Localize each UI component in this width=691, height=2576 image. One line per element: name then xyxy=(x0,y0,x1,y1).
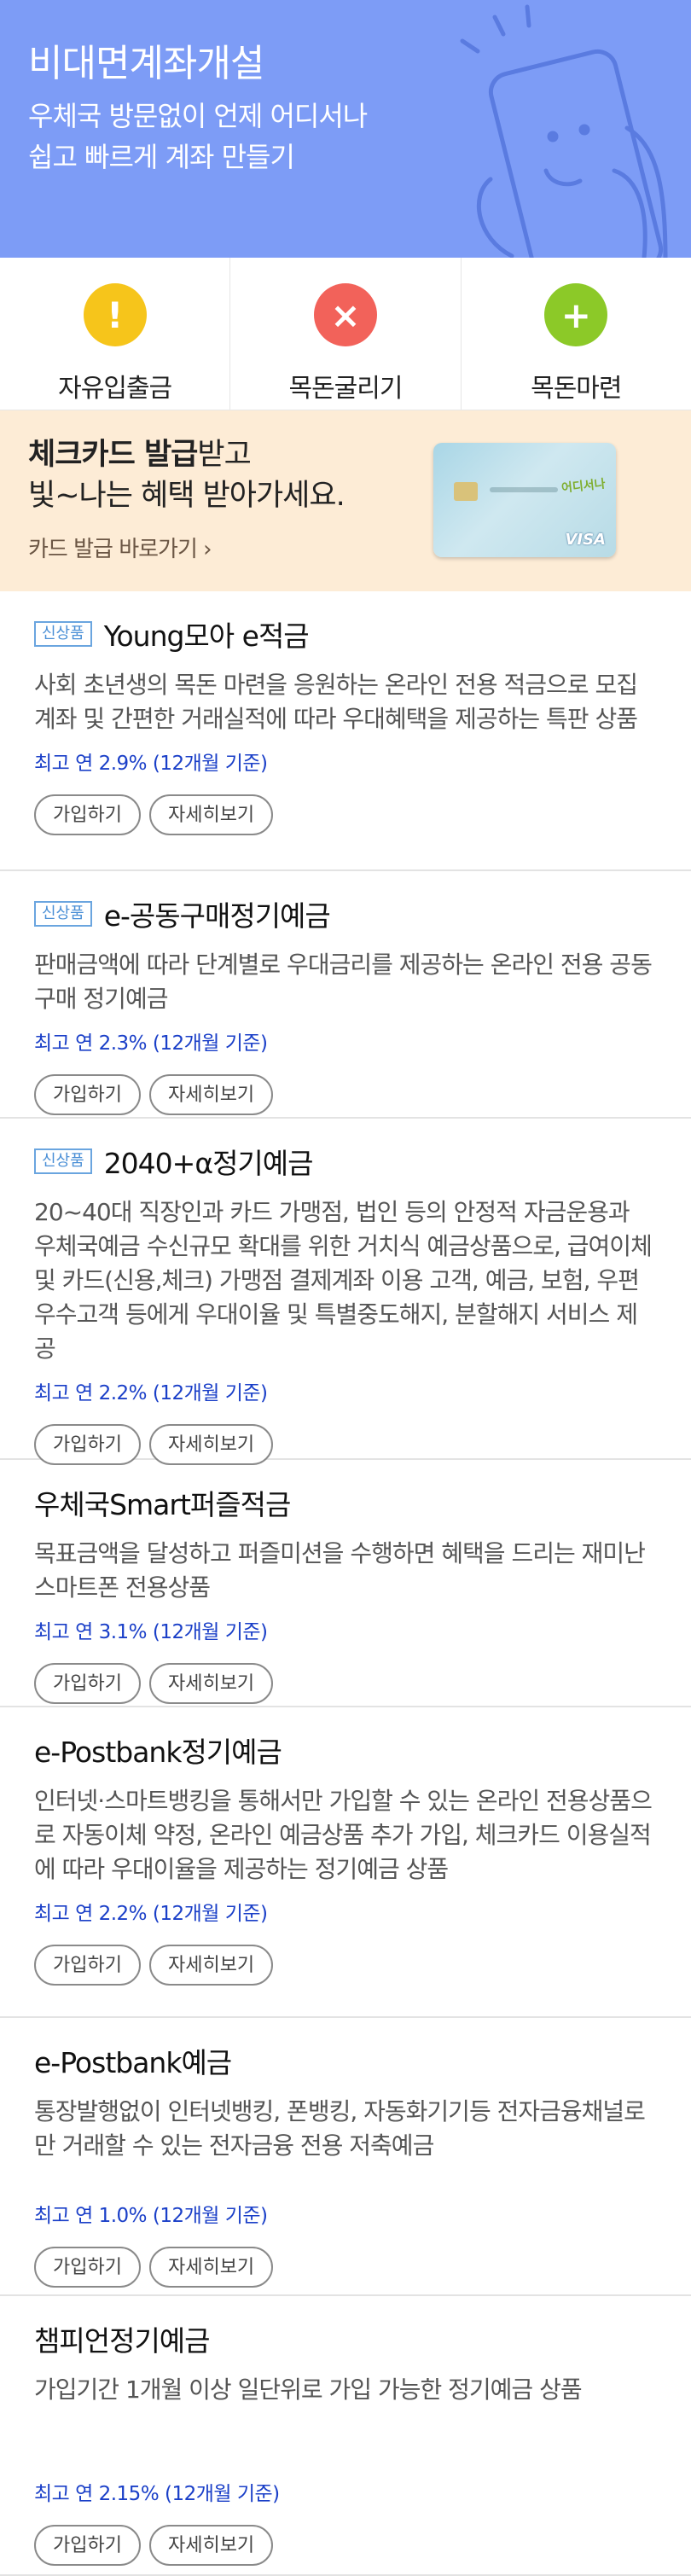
product-item: 신상품 2040+α정기예금 20~40대 직장인과 카드 가맹점, 법인 등의… xyxy=(0,1119,691,1465)
quick-menu: ! 자유입출금 × 목돈굴리기 + 목돈마련 xyxy=(0,258,691,410)
product-rate: 최고 연 1.0% (12개월 기준) xyxy=(34,2205,268,2227)
hero-subtitle: 우체국 방문없이 언제 어디서나 쉽고 빠르게 계좌 만들기 xyxy=(28,100,368,173)
product-title[interactable]: e-Postbank정기예금 xyxy=(34,1730,282,1771)
product-item: 챔피언정기예금 가입기간 1개월 이상 일단위로 가입 가능한 정기예금 상품 … xyxy=(0,2296,691,2576)
chevron-right-icon: › xyxy=(203,537,212,562)
product-rate: 최고 연 2.2% (12개월 기준) xyxy=(34,1382,268,1404)
product-title[interactable]: e-Postbank예금 xyxy=(34,2040,232,2081)
banner-title-rest: 받고 xyxy=(197,438,251,472)
product-item: 우체국Smart퍼즐적금 목표금액을 달성하고 퍼즐미션을 수행하면 혜택을 드… xyxy=(0,1460,691,1707)
product-item: e-Postbank예금 통장발행없이 인터넷뱅킹, 폰뱅킹, 자동화기기등 전… xyxy=(0,2018,691,2296)
quick-menu-free-deposit[interactable]: ! 자유입출금 xyxy=(0,258,231,410)
check-card-image: 어디서나 VISA xyxy=(433,443,616,557)
new-badge: 신상품 xyxy=(34,901,92,927)
join-button[interactable]: 가입하기 xyxy=(34,2247,141,2288)
hero-banner: 비대면계좌개설 우체국 방문없이 언제 어디서나 쉽고 빠르게 계좌 만들기 xyxy=(0,0,691,258)
product-list: 신상품 Young모아 e적금 사회 초년생의 목돈 마련을 응원하는 온라인 … xyxy=(0,591,691,2576)
visa-logo: VISA xyxy=(565,531,606,549)
hero-title: 비대면계좌개설 xyxy=(28,42,264,85)
quick-menu-label: 목돈굴리기 xyxy=(288,374,403,404)
exclamation-icon: ! xyxy=(83,283,147,346)
detail-button[interactable]: 자세히보기 xyxy=(148,1074,274,1115)
join-button[interactable]: 가입하기 xyxy=(34,1074,141,1115)
product-rate: 최고 연 3.1% (12개월 기준) xyxy=(34,1621,268,1643)
product-item: 신상품 e-공동구매정기예금 판매금액에 따라 단계별로 우대금리를 제공하는 … xyxy=(0,871,691,1119)
card-stripe xyxy=(490,487,558,492)
product-rate: 최고 연 2.2% (12개월 기준) xyxy=(34,1903,268,1925)
phone-hand-illustration xyxy=(460,4,668,258)
join-button[interactable]: 가입하기 xyxy=(34,794,141,835)
quick-menu-invest[interactable]: × 목돈굴리기 xyxy=(230,258,462,410)
join-button[interactable]: 가입하기 xyxy=(34,1424,141,1465)
product-rate: 최고 연 2.9% (12개월 기준) xyxy=(34,753,268,775)
new-badge: 신상품 xyxy=(34,1148,92,1174)
quick-menu-label: 자유입출금 xyxy=(58,374,172,404)
detail-button[interactable]: 자세히보기 xyxy=(148,1945,274,1986)
join-button[interactable]: 가입하기 xyxy=(34,1945,141,1986)
detail-button[interactable]: 자세히보기 xyxy=(148,2525,274,2566)
product-desc: 목표금액을 달성하고 퍼즐미션을 수행하면 혜택을 드리는 재미난 스마트폰 전… xyxy=(34,1539,646,1602)
product-title[interactable]: 챔피언정기예금 xyxy=(34,2318,211,2359)
product-rate: 최고 연 2.15% (12개월 기준) xyxy=(34,2483,280,2505)
product-desc: 판매금액에 따라 단계별로 우대금리를 제공하는 온라인 전용 공동구매 정기예… xyxy=(34,951,653,1013)
product-desc: 가입기간 1개월 이상 일단위로 가입 가능한 정기예금 상품 xyxy=(34,2375,583,2404)
banner-title-bold: 체크카드 발급 xyxy=(28,438,198,472)
quick-menu-label: 목돈마련 xyxy=(531,374,622,404)
product-item: 신상품 Young모아 e적금 사회 초년생의 목돈 마련을 응원하는 온라인 … xyxy=(0,591,691,871)
join-button[interactable]: 가입하기 xyxy=(34,2525,141,2566)
product-desc: 인터넷·스마트뱅킹을 통해서만 가입할 수 있는 온라인 전용상품으로 자동이체… xyxy=(34,1787,653,1883)
card-logo: 어디서나 xyxy=(560,477,607,496)
product-item: e-Postbank정기예금 인터넷·스마트뱅킹을 통해서만 가입할 수 있는 … xyxy=(0,1707,691,2018)
product-title[interactable]: 2040+α정기예금 xyxy=(104,1141,314,1182)
join-button[interactable]: 가입하기 xyxy=(34,1663,141,1704)
product-desc: 사회 초년생의 목돈 마련을 응원하는 온라인 전용 적금으로 모집계좌 및 간… xyxy=(34,671,638,733)
quick-menu-savings[interactable]: + 목돈마련 xyxy=(462,258,691,410)
product-title[interactable]: 우체국Smart퍼즐적금 xyxy=(34,1482,291,1523)
detail-button[interactable]: 자세히보기 xyxy=(148,1663,274,1704)
card-chip xyxy=(454,482,478,501)
card-issue-link-label: 카드 발급 바로가기 xyxy=(28,537,198,562)
check-card-banner[interactable]: 체크카드 발급받고 빛~나는 혜택 받아가세요. 카드 발급 바로가기 › 어디… xyxy=(0,410,691,591)
detail-button[interactable]: 자세히보기 xyxy=(148,2247,274,2288)
product-title[interactable]: Young모아 e적금 xyxy=(104,613,310,654)
new-badge: 신상품 xyxy=(34,621,92,647)
card-issue-link[interactable]: 카드 발급 바로가기 › xyxy=(28,532,212,563)
detail-button[interactable]: 자세히보기 xyxy=(148,1424,274,1465)
close-x-icon: × xyxy=(313,283,377,346)
product-rate: 최고 연 2.3% (12개월 기준) xyxy=(34,1032,268,1055)
product-desc: 통장발행없이 인터넷뱅킹, 폰뱅킹, 자동화기기등 전자금융채널로만 거래할 수… xyxy=(34,2097,646,2160)
detail-button[interactable]: 자세히보기 xyxy=(148,794,274,835)
product-title[interactable]: e-공동구매정기예금 xyxy=(104,893,331,934)
plus-icon: + xyxy=(544,283,608,346)
product-desc: 20~40대 직장인과 카드 가맹점, 법인 등의 안정적 자금운용과 우체국예… xyxy=(34,1198,653,1363)
banner-title-line2: 빛~나는 혜택 받아가세요. xyxy=(28,479,346,513)
banner-title: 체크카드 발급받고 빛~나는 혜택 받아가세요. xyxy=(28,434,346,516)
